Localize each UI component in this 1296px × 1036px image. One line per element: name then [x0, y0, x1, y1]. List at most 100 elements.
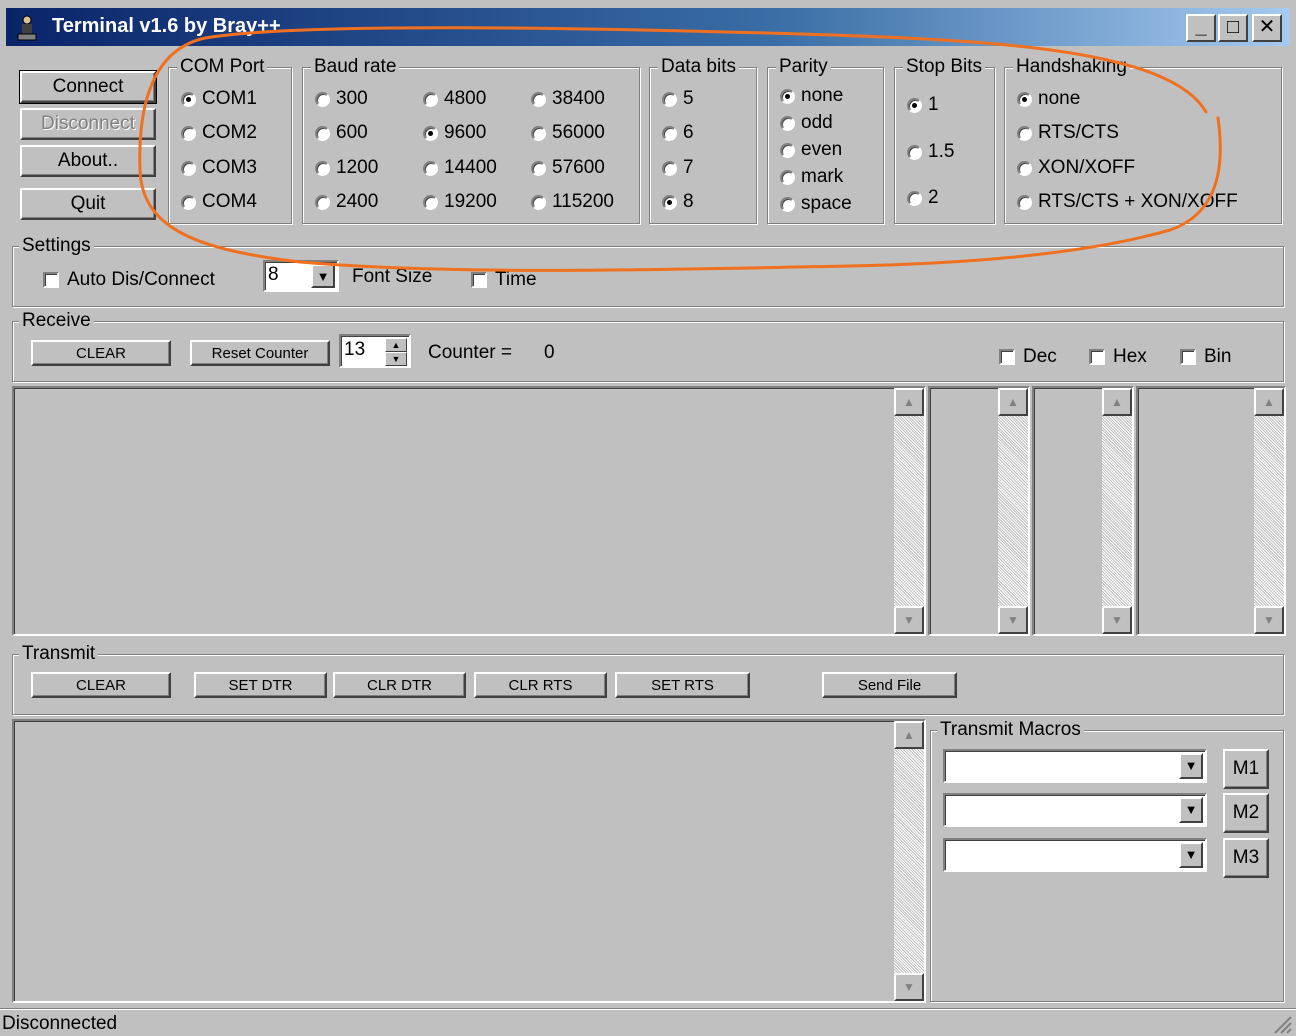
minimize-button[interactable]: _	[1186, 14, 1216, 42]
transmit-clear-button[interactable]: CLEAR	[31, 672, 171, 698]
quit-button[interactable]: Quit	[20, 188, 156, 220]
triangle-down-icon[interactable]: ▼	[1179, 842, 1203, 868]
maximize-button[interactable]: □	[1218, 14, 1248, 42]
radio-com3[interactable]: COM3	[181, 157, 257, 179]
auto-connect-checkbox[interactable]: Auto Dis/Connect	[43, 269, 215, 291]
clr-dtr-button[interactable]: CLR DTR	[333, 672, 466, 698]
radio-dot	[423, 194, 438, 210]
bin-checkbox[interactable]: Bin	[1180, 346, 1231, 368]
com-port-legend: COM Port	[177, 56, 268, 78]
macro-m2-button[interactable]: M2	[1223, 793, 1269, 833]
radio-baud-300[interactable]: 300	[315, 88, 368, 110]
triangle-up-icon[interactable]: ▲	[998, 388, 1028, 416]
radio-databits-8[interactable]: 8	[662, 191, 694, 213]
baud-rate-group: Baud rate 300 600 1200 2400 4800 9600 14…	[302, 56, 640, 224]
macro-m3-button[interactable]: M3	[1223, 838, 1269, 878]
radio-label: 14400	[444, 157, 497, 178]
hex-checkbox[interactable]: Hex	[1089, 346, 1147, 368]
radio-databits-6[interactable]: 6	[662, 122, 694, 144]
reset-counter-button[interactable]: Reset Counter	[190, 340, 330, 366]
radio-baud-1200[interactable]: 1200	[315, 157, 378, 179]
spin-up-icon[interactable]: ▲	[385, 338, 407, 352]
radio-databits-5[interactable]: 5	[662, 88, 694, 110]
macro-m1-button[interactable]: M1	[1223, 749, 1269, 789]
triangle-up-icon[interactable]: ▲	[894, 721, 924, 749]
radio-parity-space[interactable]: space	[780, 193, 852, 215]
dec-checkbox[interactable]: Dec	[999, 346, 1057, 368]
triangle-down-icon[interactable]: ▼	[1179, 797, 1203, 823]
macro-select-2[interactable]: ▼	[943, 793, 1207, 827]
radio-baud-57600[interactable]: 57600	[531, 157, 605, 179]
radio-baud-600[interactable]: 600	[315, 122, 368, 144]
radio-baud-4800[interactable]: 4800	[423, 88, 486, 110]
resize-grip-icon[interactable]	[1270, 1012, 1292, 1034]
connect-button[interactable]: Connect	[19, 70, 157, 104]
triangle-up-icon[interactable]: ▲	[1102, 388, 1132, 416]
hex-scrollbar[interactable]: ▲ ▼	[1102, 388, 1132, 634]
spin-down-icon[interactable]: ▼	[385, 352, 407, 366]
radio-com1[interactable]: COM1	[181, 88, 257, 110]
dec-scrollbar[interactable]: ▲ ▼	[998, 388, 1028, 634]
radio-baud-14400[interactable]: 14400	[423, 157, 497, 179]
radio-baud-115200[interactable]: 115200	[531, 191, 614, 213]
radio-baud-56000[interactable]: 56000	[531, 122, 605, 144]
radio-databits-7[interactable]: 7	[662, 157, 694, 179]
radio-dot	[780, 196, 795, 212]
triangle-down-icon[interactable]: ▼	[311, 264, 335, 288]
triangle-down-icon[interactable]: ▼	[894, 606, 924, 634]
radio-label: 38400	[552, 88, 605, 109]
font-size-select[interactable]: 8 ▼	[263, 260, 339, 292]
about-button[interactable]: About..	[20, 145, 156, 177]
set-dtr-button[interactable]: SET DTR	[194, 672, 327, 698]
receive-scrollbar[interactable]: ▲ ▼	[894, 388, 924, 634]
radio-baud-19200[interactable]: 19200	[423, 191, 497, 213]
triangle-up-icon[interactable]: ▲	[894, 388, 924, 416]
receive-group: Receive CLEAR Reset Counter 13 ▲ ▼ Count…	[12, 310, 1284, 382]
com-port-group: COM Port COM1 COM2 COM3 COM4	[168, 56, 292, 224]
clr-rts-button[interactable]: CLR RTS	[474, 672, 607, 698]
radio-baud-38400[interactable]: 38400	[531, 88, 605, 110]
receive-bin-area[interactable]: ▲ ▼	[1136, 386, 1286, 636]
counter-spin-input[interactable]: 13 ▲ ▼	[339, 334, 411, 368]
transmit-scrollbar[interactable]: ▲ ▼	[894, 721, 924, 1001]
triangle-down-icon[interactable]: ▼	[894, 973, 924, 1001]
radio-stopbits-2[interactable]: 2	[907, 187, 939, 209]
radio-label: mark	[801, 166, 844, 187]
radio-dot	[423, 125, 438, 141]
triangle-down-icon[interactable]: ▼	[998, 606, 1028, 634]
radio-hs-both[interactable]: RTS/CTS + XON/XOFF	[1017, 191, 1238, 213]
triangle-down-icon[interactable]: ▼	[1102, 606, 1132, 634]
radio-stopbits-1-5[interactable]: 1.5	[907, 141, 954, 163]
macro-select-3[interactable]: ▼	[943, 838, 1207, 872]
radio-hs-rtscts[interactable]: RTS/CTS	[1017, 122, 1119, 144]
close-button[interactable]: ✕	[1252, 14, 1282, 42]
receive-hex-area[interactable]: ▲ ▼	[1032, 386, 1134, 636]
app-icon[interactable]	[14, 14, 40, 42]
radio-baud-9600[interactable]: 9600	[423, 122, 486, 144]
time-checkbox[interactable]: Time	[471, 269, 537, 291]
radio-hs-xonxoff[interactable]: XON/XOFF	[1017, 157, 1135, 179]
triangle-down-icon[interactable]: ▼	[1254, 606, 1284, 634]
receive-clear-button[interactable]: CLEAR	[31, 340, 171, 366]
macro-select-1[interactable]: ▼	[943, 749, 1207, 783]
radio-dot	[1017, 194, 1032, 210]
disconnect-button[interactable]: Disconnect	[20, 108, 156, 140]
radio-parity-odd[interactable]: odd	[780, 112, 833, 134]
radio-com2[interactable]: COM2	[181, 122, 257, 144]
radio-hs-none[interactable]: none	[1017, 88, 1080, 110]
radio-baud-2400[interactable]: 2400	[315, 191, 378, 213]
radio-stopbits-1[interactable]: 1	[907, 94, 939, 116]
radio-parity-even[interactable]: even	[780, 139, 842, 161]
radio-label: 1200	[336, 157, 379, 178]
radio-com4[interactable]: COM4	[181, 191, 257, 213]
receive-dec-area[interactable]: ▲ ▼	[928, 386, 1030, 636]
bin-scrollbar[interactable]: ▲ ▼	[1254, 388, 1284, 634]
set-rts-button[interactable]: SET RTS	[615, 672, 750, 698]
send-file-button[interactable]: Send File	[822, 672, 957, 698]
radio-parity-none[interactable]: none	[780, 85, 843, 107]
radio-parity-mark[interactable]: mark	[780, 166, 843, 188]
transmit-text-area[interactable]: ▲ ▼	[12, 719, 926, 1003]
triangle-up-icon[interactable]: ▲	[1254, 388, 1284, 416]
receive-text-area[interactable]: ▲ ▼	[12, 386, 926, 636]
triangle-down-icon[interactable]: ▼	[1179, 753, 1203, 779]
